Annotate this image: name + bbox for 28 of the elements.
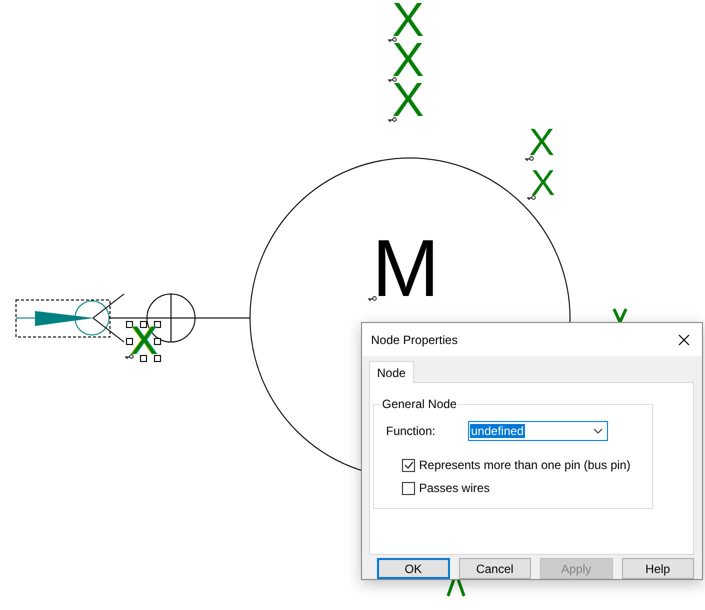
field-label: Function:	[386, 424, 436, 438]
anchor-icon	[368, 296, 377, 302]
covered-label-drawing	[612, 308, 628, 323]
anchor-icon	[125, 354, 134, 360]
anchor-icon	[388, 36, 397, 42]
drawing-label[interactable]: M	[372, 229, 440, 310]
drawing-label[interactable]: X	[531, 165, 556, 201]
dialog-button[interactable]: OK	[377, 558, 450, 579]
anchor-icon	[527, 194, 536, 200]
checkbox[interactable]	[402, 458, 415, 472]
close-icon	[678, 334, 690, 346]
group-title: General Node	[381, 397, 458, 411]
drawing-label[interactable]: X	[392, 77, 424, 125]
tab[interactable]: Node	[369, 361, 414, 383]
dialog-title: Node Properties	[371, 332, 458, 346]
checkbox-label: Represents more than one pin (bus pin)	[419, 458, 630, 472]
checkbox[interactable]	[402, 482, 415, 494]
drawing-label[interactable]: X	[529, 124, 554, 162]
chevron-down-icon	[593, 428, 603, 434]
dialog-button[interactable]: Cancel	[458, 558, 532, 579]
checkbox-label: Passes wires	[419, 481, 490, 495]
anchor-icon	[388, 116, 397, 122]
anchor-icon	[388, 76, 397, 82]
anchor-icon	[525, 156, 534, 161]
function-dropdown[interactable]: undefined	[468, 421, 608, 441]
dialog-button[interactable]: Help	[622, 558, 694, 579]
drawing-label[interactable]: X	[126, 321, 162, 363]
covered-label-drawing	[446, 578, 466, 596]
